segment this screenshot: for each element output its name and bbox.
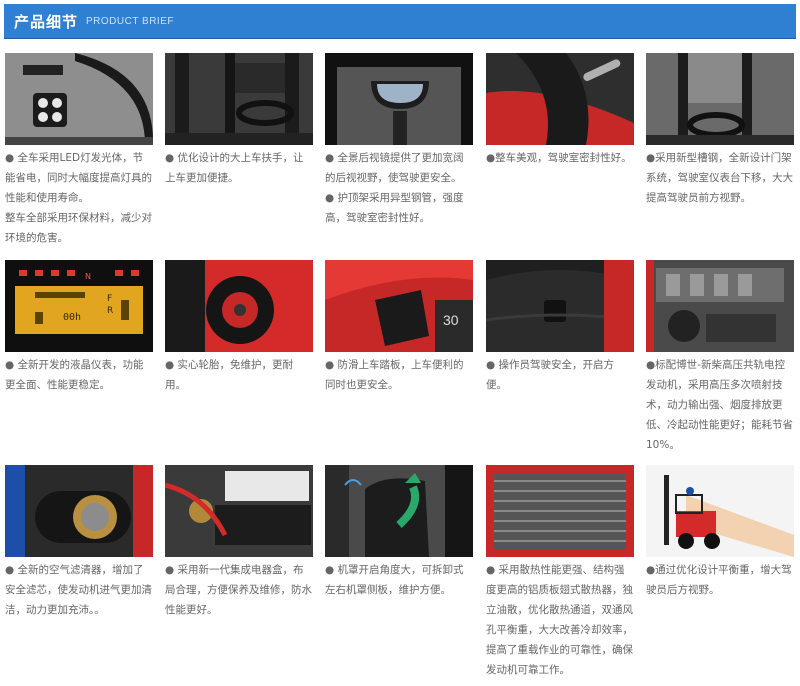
desc-line: ● 采用散热性能更强、结构强度更高的铝质板翅式散热器，独立油散，优化散热通道，双…	[486, 564, 633, 676]
cab-seal-photo	[486, 53, 634, 145]
feature-solid-tire: ● 实心轮胎，免维护，更耐用。	[165, 260, 313, 395]
feature-description: ● 防滑上车踏板，上车便利的同时也更安全。	[325, 355, 473, 395]
feature-description: ● 操作员驾驶安全，开启方便。	[486, 355, 634, 395]
feature-lcd-dashboard: 00h N F R ● 全新开发的液晶仪表，功能更全面、性能更稳定。	[5, 260, 153, 395]
feature-hood-opening: ● 机罩开启角度大，可拆卸式左右机罩侧板，维护方便。	[325, 465, 473, 600]
led-light-photo	[5, 53, 153, 145]
section-title: 产品细节	[14, 13, 79, 31]
operator-safety-photo	[486, 260, 634, 352]
desc-line: ● 防滑上车踏板，上车便利的同时也更安全。	[325, 359, 464, 391]
desc-line: 整车全部采用环保材料，减少对环境的危害。	[5, 212, 152, 244]
desc-line: ● 操作员驾驶安全，开启方便。	[486, 359, 614, 391]
counterweight-photo	[646, 465, 794, 557]
desc-line: ●采用新型槽钢，全新设计门架系统，驾驶室仪表台下移，大大提高驾驶员前方视野。	[646, 152, 793, 204]
handrail-photo	[165, 53, 313, 145]
feature-rear-mirror: ● 全景后视镜提供了更加宽阔的后视视野，使驾驶更安全。 ● 护顶架采用异型钢管，…	[325, 53, 473, 228]
feature-description: ●通过优化设计平衡重，增大驾驶员后方视野。	[646, 560, 794, 600]
feature-description: ●标配博世-新柴高压共轨电控发动机，采用高压多次喷射技术，动力输出强、烟度排放更…	[646, 355, 794, 455]
feature-description: ● 实心轮胎，免维护，更耐用。	[165, 355, 313, 395]
feature-description: ● 机罩开启角度大，可拆卸式左右机罩侧板，维护方便。	[325, 560, 473, 600]
radiator-photo	[486, 465, 634, 557]
desc-line: ● 采用新一代集成电器盒，布局合理，方便保养及维修，防水性能更好。	[165, 564, 312, 616]
feature-engine: ●标配博世-新柴高压共轨电控发动机，采用高压多次喷射技术，动力输出强、烟度排放更…	[646, 260, 794, 455]
lcd-dashboard-photo: 00h N F R	[5, 260, 153, 352]
feature-electrical-box: ● 采用新一代集成电器盒，布局合理，方便保养及维修，防水性能更好。	[165, 465, 313, 620]
feature-mast-system: ●采用新型槽钢，全新设计门架系统，驾驶室仪表台下移，大大提高驾驶员前方视野。	[646, 53, 794, 208]
feature-cab-seal: ●整车美观，驾驶室密封性好。	[486, 53, 634, 168]
desc-line: ● 全新开发的液晶仪表，功能更全面、性能更稳定。	[5, 359, 144, 391]
desc-line: ● 机罩开启角度大，可拆卸式左右机罩侧板，维护方便。	[325, 564, 464, 596]
desc-line: ● 优化设计的大上车扶手，让上车更加便捷。	[165, 152, 304, 184]
electrical-box-photo	[165, 465, 313, 557]
feature-description: ● 全车采用LED灯发光体，节能省电，同时大幅度提高灯具的性能和使用寿命。 整车…	[5, 148, 153, 248]
desc-line: ● 全景后视镜提供了更加宽阔的后视视野，使驾驶更安全。	[325, 152, 464, 184]
dashboard-readout: 00h	[63, 312, 82, 323]
feature-description: ● 优化设计的大上车扶手，让上车更加便捷。	[165, 148, 313, 188]
feature-description: ● 采用新一代集成电器盒，布局合理，方便保养及维修，防水性能更好。	[165, 560, 313, 620]
feature-description: ● 全景后视镜提供了更加宽阔的后视视野，使驾驶更安全。 ● 护顶架采用异型钢管，…	[325, 148, 473, 228]
anti-slip-step-photo: 30	[325, 260, 473, 352]
feature-anti-slip-step: 30 ● 防滑上车踏板，上车便利的同时也更安全。	[325, 260, 473, 395]
desc-line: ● 全车采用LED灯发光体，节能省电，同时大幅度提高灯具的性能和使用寿命。	[5, 152, 152, 204]
feature-operator-safety: ● 操作员驾驶安全，开启方便。	[486, 260, 634, 395]
feature-radiator: ● 采用散热性能更强、结构强度更高的铝质板翅式散热器，独立油散，优化散热通道，双…	[486, 465, 634, 680]
gear-indicator-r: R	[107, 306, 114, 316]
feature-description: ● 全新开发的液晶仪表，功能更全面、性能更稳定。	[5, 355, 153, 395]
air-filter-photo	[5, 465, 153, 557]
desc-line: ●通过优化设计平衡重，增大驾驶员后方视野。	[646, 564, 792, 596]
feature-description: ● 采用散热性能更强、结构强度更高的铝质板翅式散热器，独立油散，优化散热通道，双…	[486, 560, 634, 680]
gear-indicator-n: N	[85, 272, 91, 281]
engine-photo	[646, 260, 794, 352]
feature-air-filter: ● 全新的空气滤清器，增加了安全滤芯，使发动机进气更加清洁，动力更加充沛。。	[5, 465, 153, 620]
desc-line: ●标配博世-新柴高压共轨电控发动机，采用高压多次喷射技术，动力输出强、烟度排放更…	[646, 359, 793, 451]
desc-line: ● 全新的空气滤清器，增加了安全滤芯，使发动机进气更加清洁，动力更加充沛。。	[5, 564, 152, 616]
feature-description: ● 全新的空气滤清器，增加了安全滤芯，使发动机进气更加清洁，动力更加充沛。。	[5, 560, 153, 620]
feature-counterweight: ●通过优化设计平衡重，增大驾驶员后方视野。	[646, 465, 794, 600]
solid-tire-photo	[165, 260, 313, 352]
section-subtitle: PRODUCT BRIEF	[86, 16, 174, 27]
desc-line: ● 护顶架采用异型钢管，强度高，驾驶室密封性好。	[325, 192, 464, 224]
section-header: 产品细节 PRODUCT BRIEF	[4, 4, 796, 39]
mast-system-photo	[646, 53, 794, 145]
feature-description: ●整车美观，驾驶室密封性好。	[486, 148, 634, 168]
feature-handrail: ● 优化设计的大上车扶手，让上车更加便捷。	[165, 53, 313, 188]
feature-description: ●采用新型槽钢，全新设计门架系统，驾驶室仪表台下移，大大提高驾驶员前方视野。	[646, 148, 794, 208]
rear-mirror-photo	[325, 53, 473, 145]
cab-number-label: 30	[443, 312, 459, 328]
desc-line: ● 实心轮胎，免维护，更耐用。	[165, 359, 293, 391]
feature-led-light: ● 全车采用LED灯发光体，节能省电，同时大幅度提高灯具的性能和使用寿命。 整车…	[5, 53, 153, 248]
gear-indicator-f: F	[107, 294, 113, 304]
hood-opening-photo	[325, 465, 473, 557]
desc-line: ●整车美观，驾驶室密封性好。	[486, 152, 632, 164]
